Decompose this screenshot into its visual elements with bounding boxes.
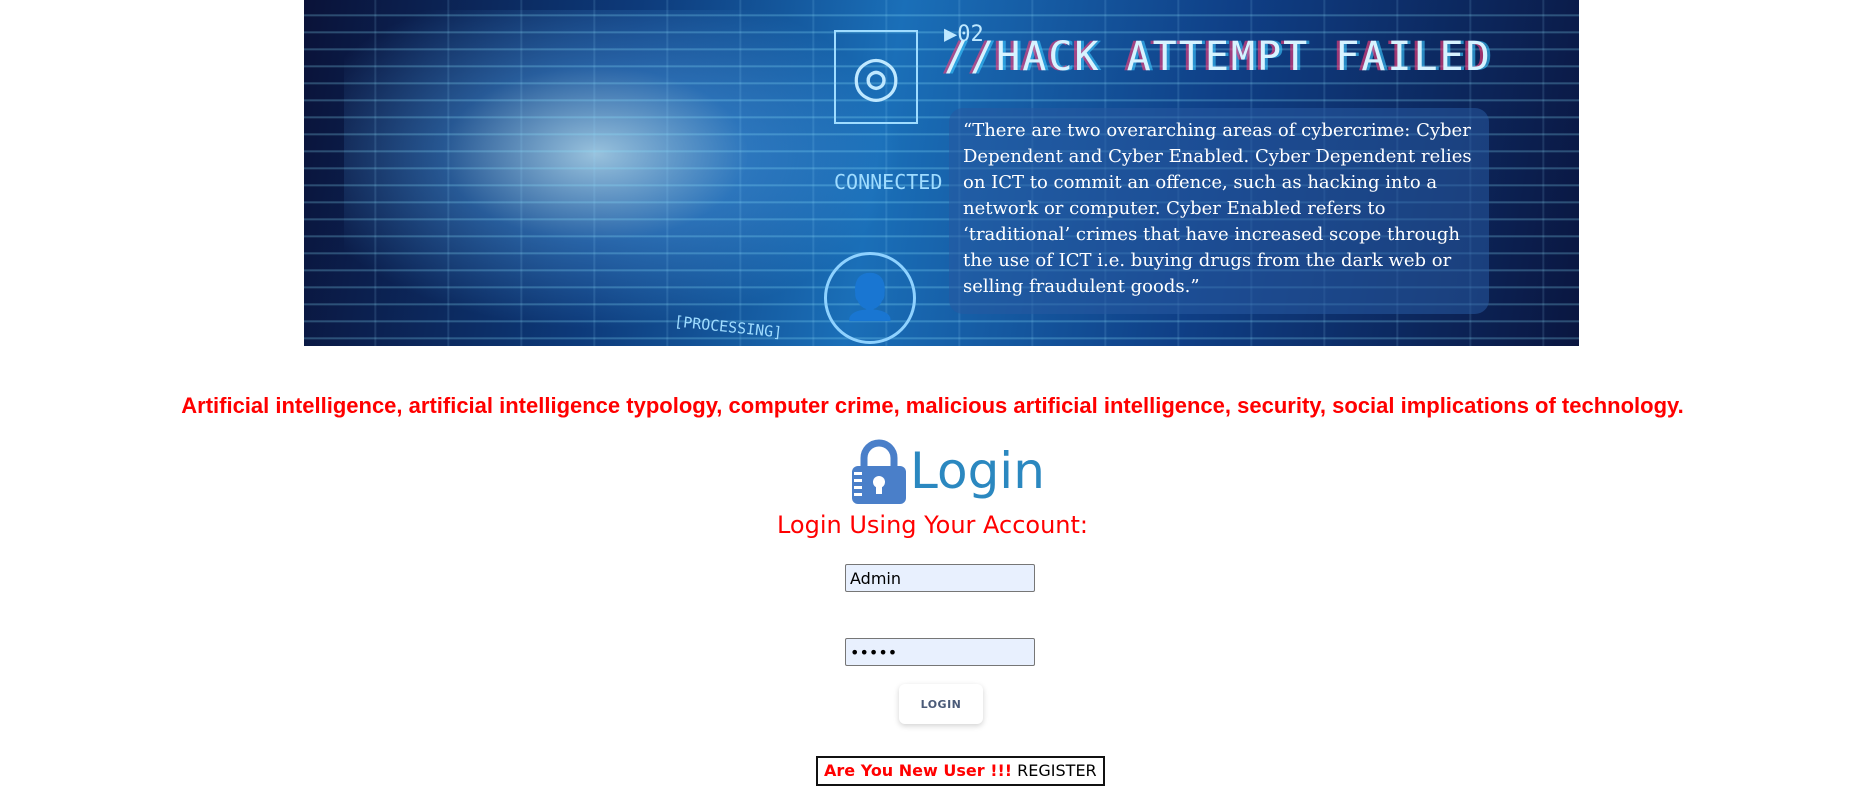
login-button[interactable]: LOGIN — [899, 684, 983, 724]
username-input[interactable] — [845, 564, 1035, 592]
fingerprint-icon: ◎ — [834, 30, 918, 124]
lock-icon — [852, 439, 906, 504]
login-heading: Login — [850, 436, 1045, 506]
hero-banner-image: ◎ ▶02 //HACK ATTEMPT FAILED CONNECTED 👤 … — [304, 0, 1579, 346]
password-input[interactable] — [845, 638, 1035, 666]
banner-connected-label: CONNECTED — [834, 170, 943, 194]
login-title: Login — [910, 442, 1045, 500]
register-prompt-box: Are You New User !!! REGISTER — [816, 756, 1105, 786]
banner-headline: //HACK ATTEMPT FAILED — [944, 34, 1492, 80]
banner-quote: “There are two overarching areas of cybe… — [949, 108, 1489, 314]
register-link[interactable]: REGISTER — [1017, 761, 1097, 780]
login-subtitle: Login Using Your Account: — [776, 511, 1089, 539]
new-user-prompt: Are You New User !!! — [824, 761, 1013, 780]
keywords-tagline: Artificial intelligence, artificial inte… — [181, 393, 1684, 418]
user-add-icon: 👤 — [824, 252, 916, 344]
